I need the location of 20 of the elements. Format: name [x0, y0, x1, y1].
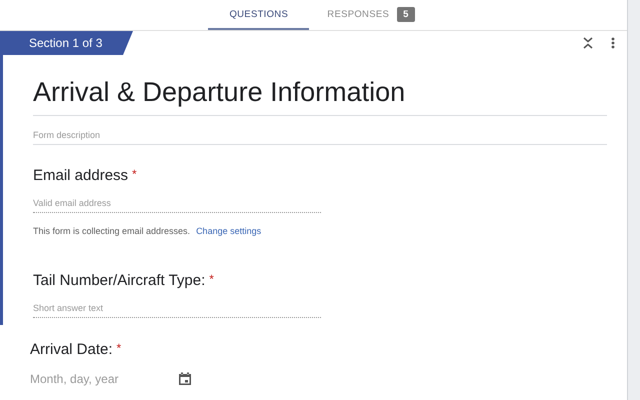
question-title: Tail Number/Aircraft Type:: [33, 272, 206, 289]
change-settings-link[interactable]: Change settings: [196, 226, 262, 236]
required-asterisk: *: [132, 167, 137, 181]
required-asterisk: *: [209, 272, 214, 286]
more-icon[interactable]: [611, 37, 615, 49]
collection-note: This form is collecting email addresses.: [33, 226, 190, 236]
required-asterisk: *: [116, 341, 122, 355]
tab[interactable]: RESPONSES 5: [309, 0, 433, 30]
description-field[interactable]: Form description: [33, 116, 607, 145]
answer-field[interactable]: Short answer text: [33, 289, 321, 318]
section-tag: Section 1 of 3: [0, 31, 133, 55]
calendar-icon[interactable]: [178, 372, 192, 386]
question-title: Email address: [33, 167, 128, 184]
tab[interactable]: QUESTIONS: [208, 0, 310, 30]
question-title: Arrival Date:: [30, 341, 113, 358]
answer-field[interactable]: Valid email address: [33, 184, 321, 213]
date-field[interactable]: Month, day, year: [30, 372, 140, 386]
count-badge: 5: [397, 6, 415, 22]
form-title[interactable]: Arrival & Departure Information: [33, 77, 607, 116]
collapse-icon[interactable]: [583, 37, 593, 49]
